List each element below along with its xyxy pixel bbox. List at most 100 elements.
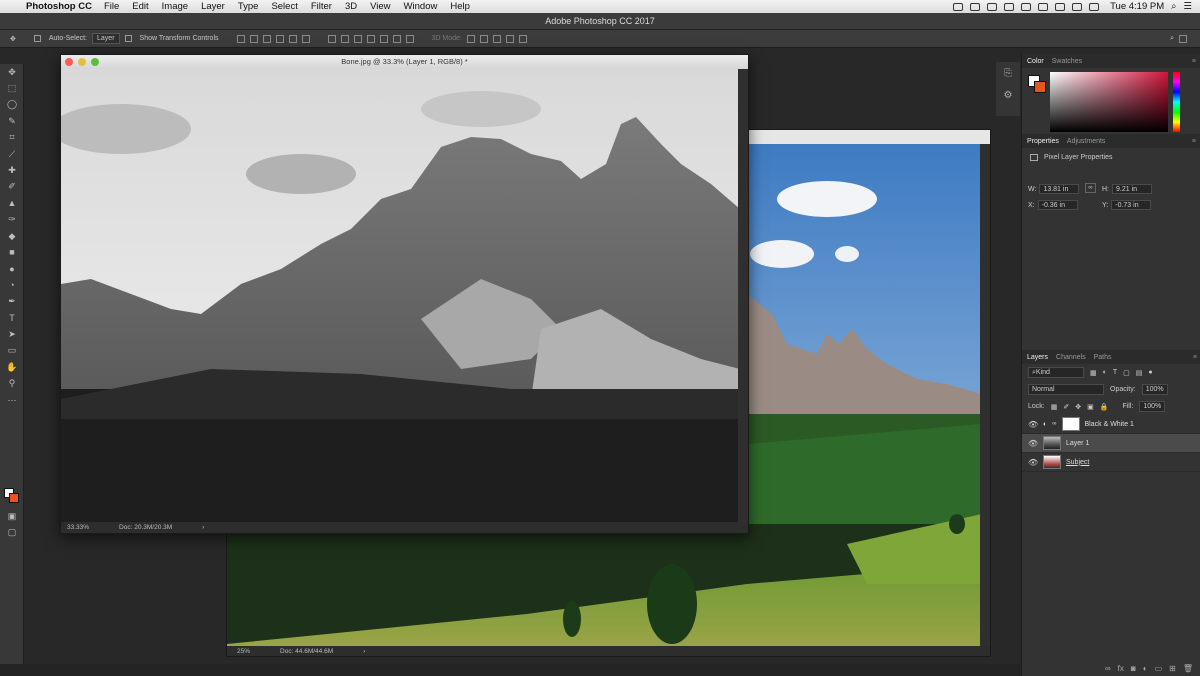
marquee-tool-icon[interactable]: ⬚: [0, 80, 24, 96]
layer-row[interactable]: 👁 ◐ ∞ Black & White 1: [1022, 415, 1200, 434]
lock-artboard-icon[interactable]: ▣: [1087, 403, 1094, 411]
3d-pan-icon[interactable]: [492, 34, 501, 43]
type-tool-icon[interactable]: T: [0, 310, 24, 326]
crop-tool-icon[interactable]: ⌗: [0, 130, 24, 146]
height-field[interactable]: 9.21 in: [1112, 184, 1152, 194]
new-adjustment-icon[interactable]: ◐: [1143, 664, 1148, 673]
auto-align-icon[interactable]: [405, 34, 414, 43]
eyedropper-tool-icon[interactable]: ⟋: [0, 146, 24, 162]
battery-icon[interactable]: [1089, 2, 1100, 11]
screen-icon[interactable]: [953, 2, 964, 11]
hue-slider[interactable]: [1173, 72, 1180, 132]
show-transform-checkbox[interactable]: [124, 35, 132, 42]
x-field[interactable]: -0.36 in: [1037, 200, 1078, 210]
distribute-left-icon[interactable]: [366, 34, 375, 43]
background-color-swatch[interactable]: [1034, 81, 1046, 93]
fx-icon[interactable]: fx: [1118, 664, 1124, 673]
background-color-swatch[interactable]: [9, 493, 19, 503]
lock-all-icon[interactable]: 🔒: [1100, 403, 1109, 411]
filter-adjust-icon[interactable]: ◐: [1103, 369, 1107, 376]
history-brush-tool-icon[interactable]: ✑: [0, 212, 24, 228]
vertical-scrollbar[interactable]: [980, 144, 990, 648]
distribute-hcenter-icon[interactable]: [379, 34, 388, 43]
status-arrow-icon[interactable]: ›: [363, 648, 365, 655]
align-hcenter-icon[interactable]: [288, 34, 297, 43]
lock-pixels-icon[interactable]: ▦: [1051, 403, 1058, 411]
layer-name[interactable]: Subject: [1066, 459, 1089, 466]
link-icon[interactable]: ∞: [1085, 183, 1096, 193]
align-vcenter-icon[interactable]: [249, 34, 258, 43]
menu-image[interactable]: Image: [162, 1, 188, 12]
menu-file[interactable]: File: [104, 1, 119, 12]
properties-panel-icon[interactable]: ⚙: [996, 84, 1020, 106]
y-field[interactable]: -0.73 in: [1111, 200, 1152, 210]
panel-menu-icon[interactable]: ≡: [1193, 354, 1197, 361]
vertical-scrollbar[interactable]: [738, 69, 748, 522]
document-canvas[interactable]: [61, 69, 740, 522]
zoom-window-button[interactable]: [91, 58, 99, 66]
width-field[interactable]: 13.81 in: [1039, 184, 1080, 194]
trash-icon[interactable]: 🗑: [1183, 664, 1193, 673]
shape-tool-icon[interactable]: ▭: [0, 343, 24, 359]
panel-menu-icon[interactable]: ≡: [1192, 138, 1196, 145]
menu-edit[interactable]: Edit: [132, 1, 148, 12]
zoom-tool-icon[interactable]: ⚲: [0, 375, 24, 391]
stamp-tool-icon[interactable]: ▲: [0, 195, 24, 211]
hand-tool-icon[interactable]: ✋: [0, 359, 24, 375]
fill-field[interactable]: 100%: [1139, 401, 1166, 412]
menu-select[interactable]: Select: [271, 1, 297, 12]
eye-icon[interactable]: 👁: [1028, 420, 1038, 429]
minimize-window-button[interactable]: [78, 58, 86, 66]
filter-shape-icon[interactable]: ▢: [1123, 369, 1130, 377]
filter-pixel-icon[interactable]: ▦: [1090, 369, 1097, 377]
menu-view[interactable]: View: [370, 1, 390, 12]
blend-mode-dropdown[interactable]: Normal: [1028, 384, 1104, 395]
align-bottom-icon[interactable]: [262, 34, 271, 43]
layer-row[interactable]: 👁 Subject: [1022, 453, 1200, 472]
new-layer-icon[interactable]: ⊞: [1169, 664, 1176, 673]
filter-type-icon[interactable]: T: [1113, 369, 1117, 376]
search-icon[interactable]: ⌕: [1171, 1, 1176, 12]
doc-size[interactable]: Doc: 44.6M/44.6M: [280, 648, 333, 655]
horizontal-scrollbar[interactable]: [0, 664, 1020, 676]
move-tool-icon[interactable]: ✥: [0, 64, 24, 80]
tab-color[interactable]: Color: [1027, 58, 1044, 65]
distribute-bottom-icon[interactable]: [353, 34, 362, 43]
more-tools-icon[interactable]: ⋯: [0, 392, 24, 408]
workspace-icon[interactable]: [1179, 34, 1187, 43]
layer-thumbnail[interactable]: [1043, 436, 1061, 450]
document-titlebar[interactable]: Bone.jpg @ 33.3% (Layer 1, RGB/8) *: [61, 55, 748, 69]
pen-tool-icon[interactable]: ✒: [0, 293, 24, 309]
menu-layer[interactable]: Layer: [201, 1, 225, 12]
opacity-field[interactable]: 100%: [1141, 384, 1168, 395]
cloud-icon[interactable]: [987, 2, 998, 11]
display-icon[interactable]: [1038, 2, 1049, 11]
blur-tool-icon[interactable]: ●: [0, 261, 24, 277]
add-mask-icon[interactable]: ◙: [1131, 664, 1136, 673]
wifi-icon[interactable]: [1055, 2, 1066, 11]
path-select-tool-icon[interactable]: ➤: [0, 326, 24, 342]
distribute-vcenter-icon[interactable]: [340, 34, 349, 43]
dodge-tool-icon[interactable]: ◔: [0, 277, 24, 293]
healing-brush-tool-icon[interactable]: ✚: [0, 162, 24, 178]
tab-paths[interactable]: Paths: [1094, 354, 1112, 361]
move-tool-icon[interactable]: ✥: [10, 35, 16, 43]
menu-app-name[interactable]: Photoshop CC: [26, 1, 92, 12]
status-arrow-icon[interactable]: ›: [202, 524, 204, 531]
tab-swatches[interactable]: Swatches: [1052, 58, 1082, 65]
filter-toggle-icon[interactable]: ●: [1148, 369, 1152, 376]
lasso-tool-icon[interactable]: ◯: [0, 97, 24, 113]
volume-icon[interactable]: [1072, 2, 1083, 11]
quick-select-tool-icon[interactable]: ✎: [0, 113, 24, 129]
layer-name[interactable]: Black & White 1: [1085, 421, 1134, 428]
3d-rotate-icon[interactable]: [466, 34, 475, 43]
distribute-right-icon[interactable]: [392, 34, 401, 43]
tab-layers[interactable]: Layers: [1027, 354, 1048, 361]
document-window-bone[interactable]: Bone.jpg @ 33.3% (Layer 1, RGB/8) * 33.3…: [60, 54, 749, 534]
tab-adjustments[interactable]: Adjustments: [1067, 138, 1106, 145]
eye-icon[interactable]: 👁: [1028, 439, 1038, 448]
layer-thumbnail[interactable]: [1043, 455, 1061, 469]
clock[interactable]: Tue 4:19 PM: [1110, 1, 1164, 12]
color-spectrum[interactable]: [1050, 72, 1168, 132]
zoom-readout[interactable]: 33.33%: [67, 524, 89, 531]
